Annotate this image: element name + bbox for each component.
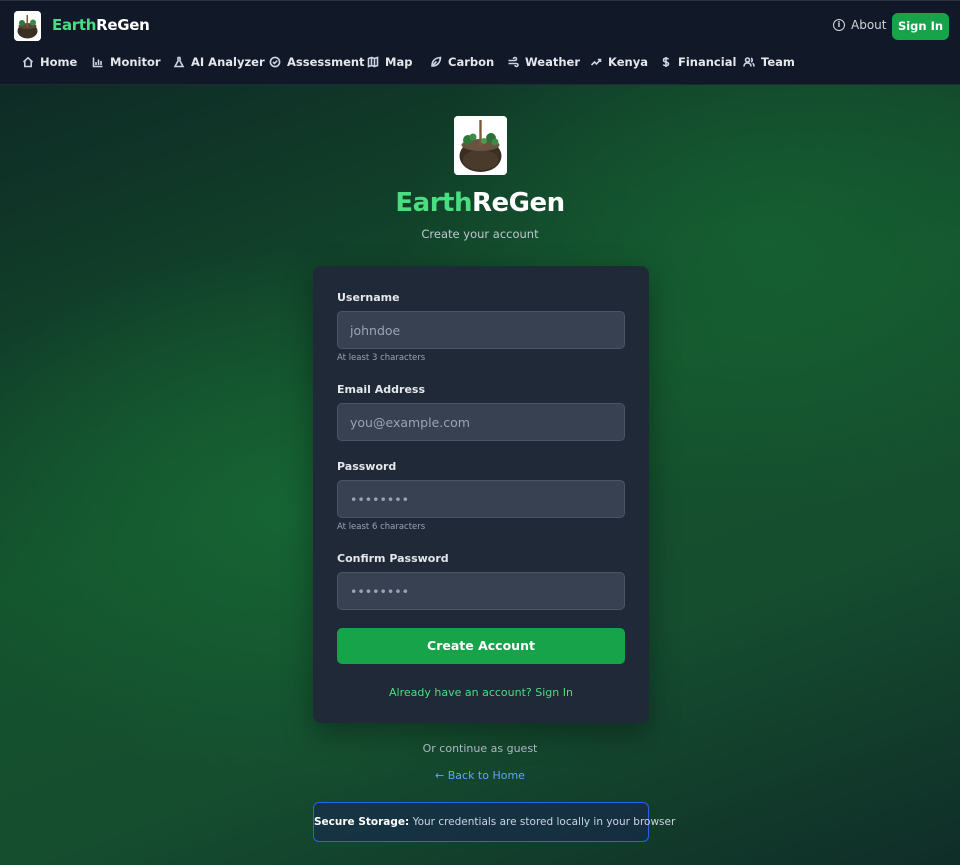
brand-name[interactable]: EarthReGen — [52, 16, 150, 34]
users-icon — [743, 57, 755, 67]
sign-in-link[interactable]: Already have an account? Sign In — [313, 686, 649, 699]
password-label: Password — [337, 460, 397, 473]
trending-up-icon — [590, 58, 602, 66]
nav-item-carbon[interactable]: Carbon — [430, 55, 494, 69]
page-subtitle: Create your account — [421, 227, 539, 241]
page-title: EarthReGen — [0, 188, 960, 218]
username-hint: At least 3 characters — [337, 353, 426, 363]
about-label: About — [851, 18, 887, 32]
nav-item-monitor[interactable]: Monitor — [92, 55, 161, 69]
password-input[interactable] — [337, 480, 625, 518]
brand-row: EarthReGen i About Sign In — [0, 1, 960, 49]
nav-label: Financial — [678, 55, 737, 69]
info-icon: i — [833, 19, 845, 31]
main-area: EarthReGen Create your account Username … — [0, 85, 960, 865]
nav-label: Assessment — [287, 55, 365, 69]
nav-item-home[interactable]: Home — [22, 55, 77, 69]
top-navigation-bar: EarthReGen i About Sign In Home Monitor … — [0, 0, 960, 85]
nav-item-ai-analyzer[interactable]: AI Analyzer — [173, 55, 265, 69]
create-account-button[interactable]: Create Account — [337, 628, 625, 664]
secure-storage-title: Secure Storage: — [314, 816, 410, 828]
hero-logo — [454, 116, 507, 175]
check-circle-icon — [269, 56, 281, 68]
nav-item-team[interactable]: Team — [743, 55, 795, 69]
nav-item-map[interactable]: Map — [367, 55, 412, 69]
nav-label: Weather — [525, 55, 580, 69]
nav-label: Map — [385, 55, 413, 69]
secure-storage-notice: Secure Storage: Your credentials are sto… — [313, 802, 675, 842]
about-link[interactable]: i About — [833, 18, 886, 32]
dollar-icon — [662, 57, 670, 67]
nav-label: Team — [761, 55, 795, 69]
brand-earth-text: Earth — [52, 16, 97, 34]
app-logo[interactable] — [14, 11, 41, 41]
nav-item-kenya[interactable]: Kenya — [590, 55, 648, 69]
wind-icon — [508, 56, 519, 68]
email-label: Email Address — [337, 383, 426, 396]
confirm-password-input[interactable] — [337, 572, 625, 610]
bar-chart-icon — [92, 57, 103, 68]
guest-text: Or continue as guest — [422, 742, 538, 755]
back-to-home-link[interactable]: ← Back to Home — [0, 769, 960, 782]
map-icon — [367, 56, 379, 68]
nav-label: AI Analyzer — [191, 55, 265, 69]
nav-item-assessment[interactable]: Assessment — [269, 55, 365, 69]
main-nav: Home Monitor AI Analyzer Assessment Map … — [0, 49, 960, 79]
secure-storage-text: Your credentials are stored locally in y… — [409, 816, 676, 828]
nav-item-financial[interactable]: Financial — [660, 55, 736, 69]
username-input[interactable] — [337, 311, 625, 349]
home-icon — [22, 56, 34, 68]
username-label: Username — [337, 291, 400, 304]
brand-regen-text: ReGen — [96, 16, 150, 34]
email-input[interactable] — [337, 403, 625, 441]
title-regen: ReGen — [471, 188, 565, 218]
nav-label: Monitor — [110, 55, 161, 69]
nav-label: Home — [40, 55, 78, 69]
confirm-password-label: Confirm Password — [337, 552, 449, 565]
nav-label: Kenya — [608, 55, 648, 69]
leaf-icon — [431, 56, 442, 67]
flask-icon — [173, 56, 185, 68]
password-hint: At least 6 characters — [337, 522, 426, 532]
nav-item-weather[interactable]: Weather — [507, 55, 580, 69]
title-earth: Earth — [395, 188, 472, 218]
nav-label: Carbon — [448, 55, 495, 69]
header-sign-in-button[interactable]: Sign In — [892, 13, 949, 40]
signup-card: Username At least 3 characters Email Add… — [313, 266, 649, 723]
